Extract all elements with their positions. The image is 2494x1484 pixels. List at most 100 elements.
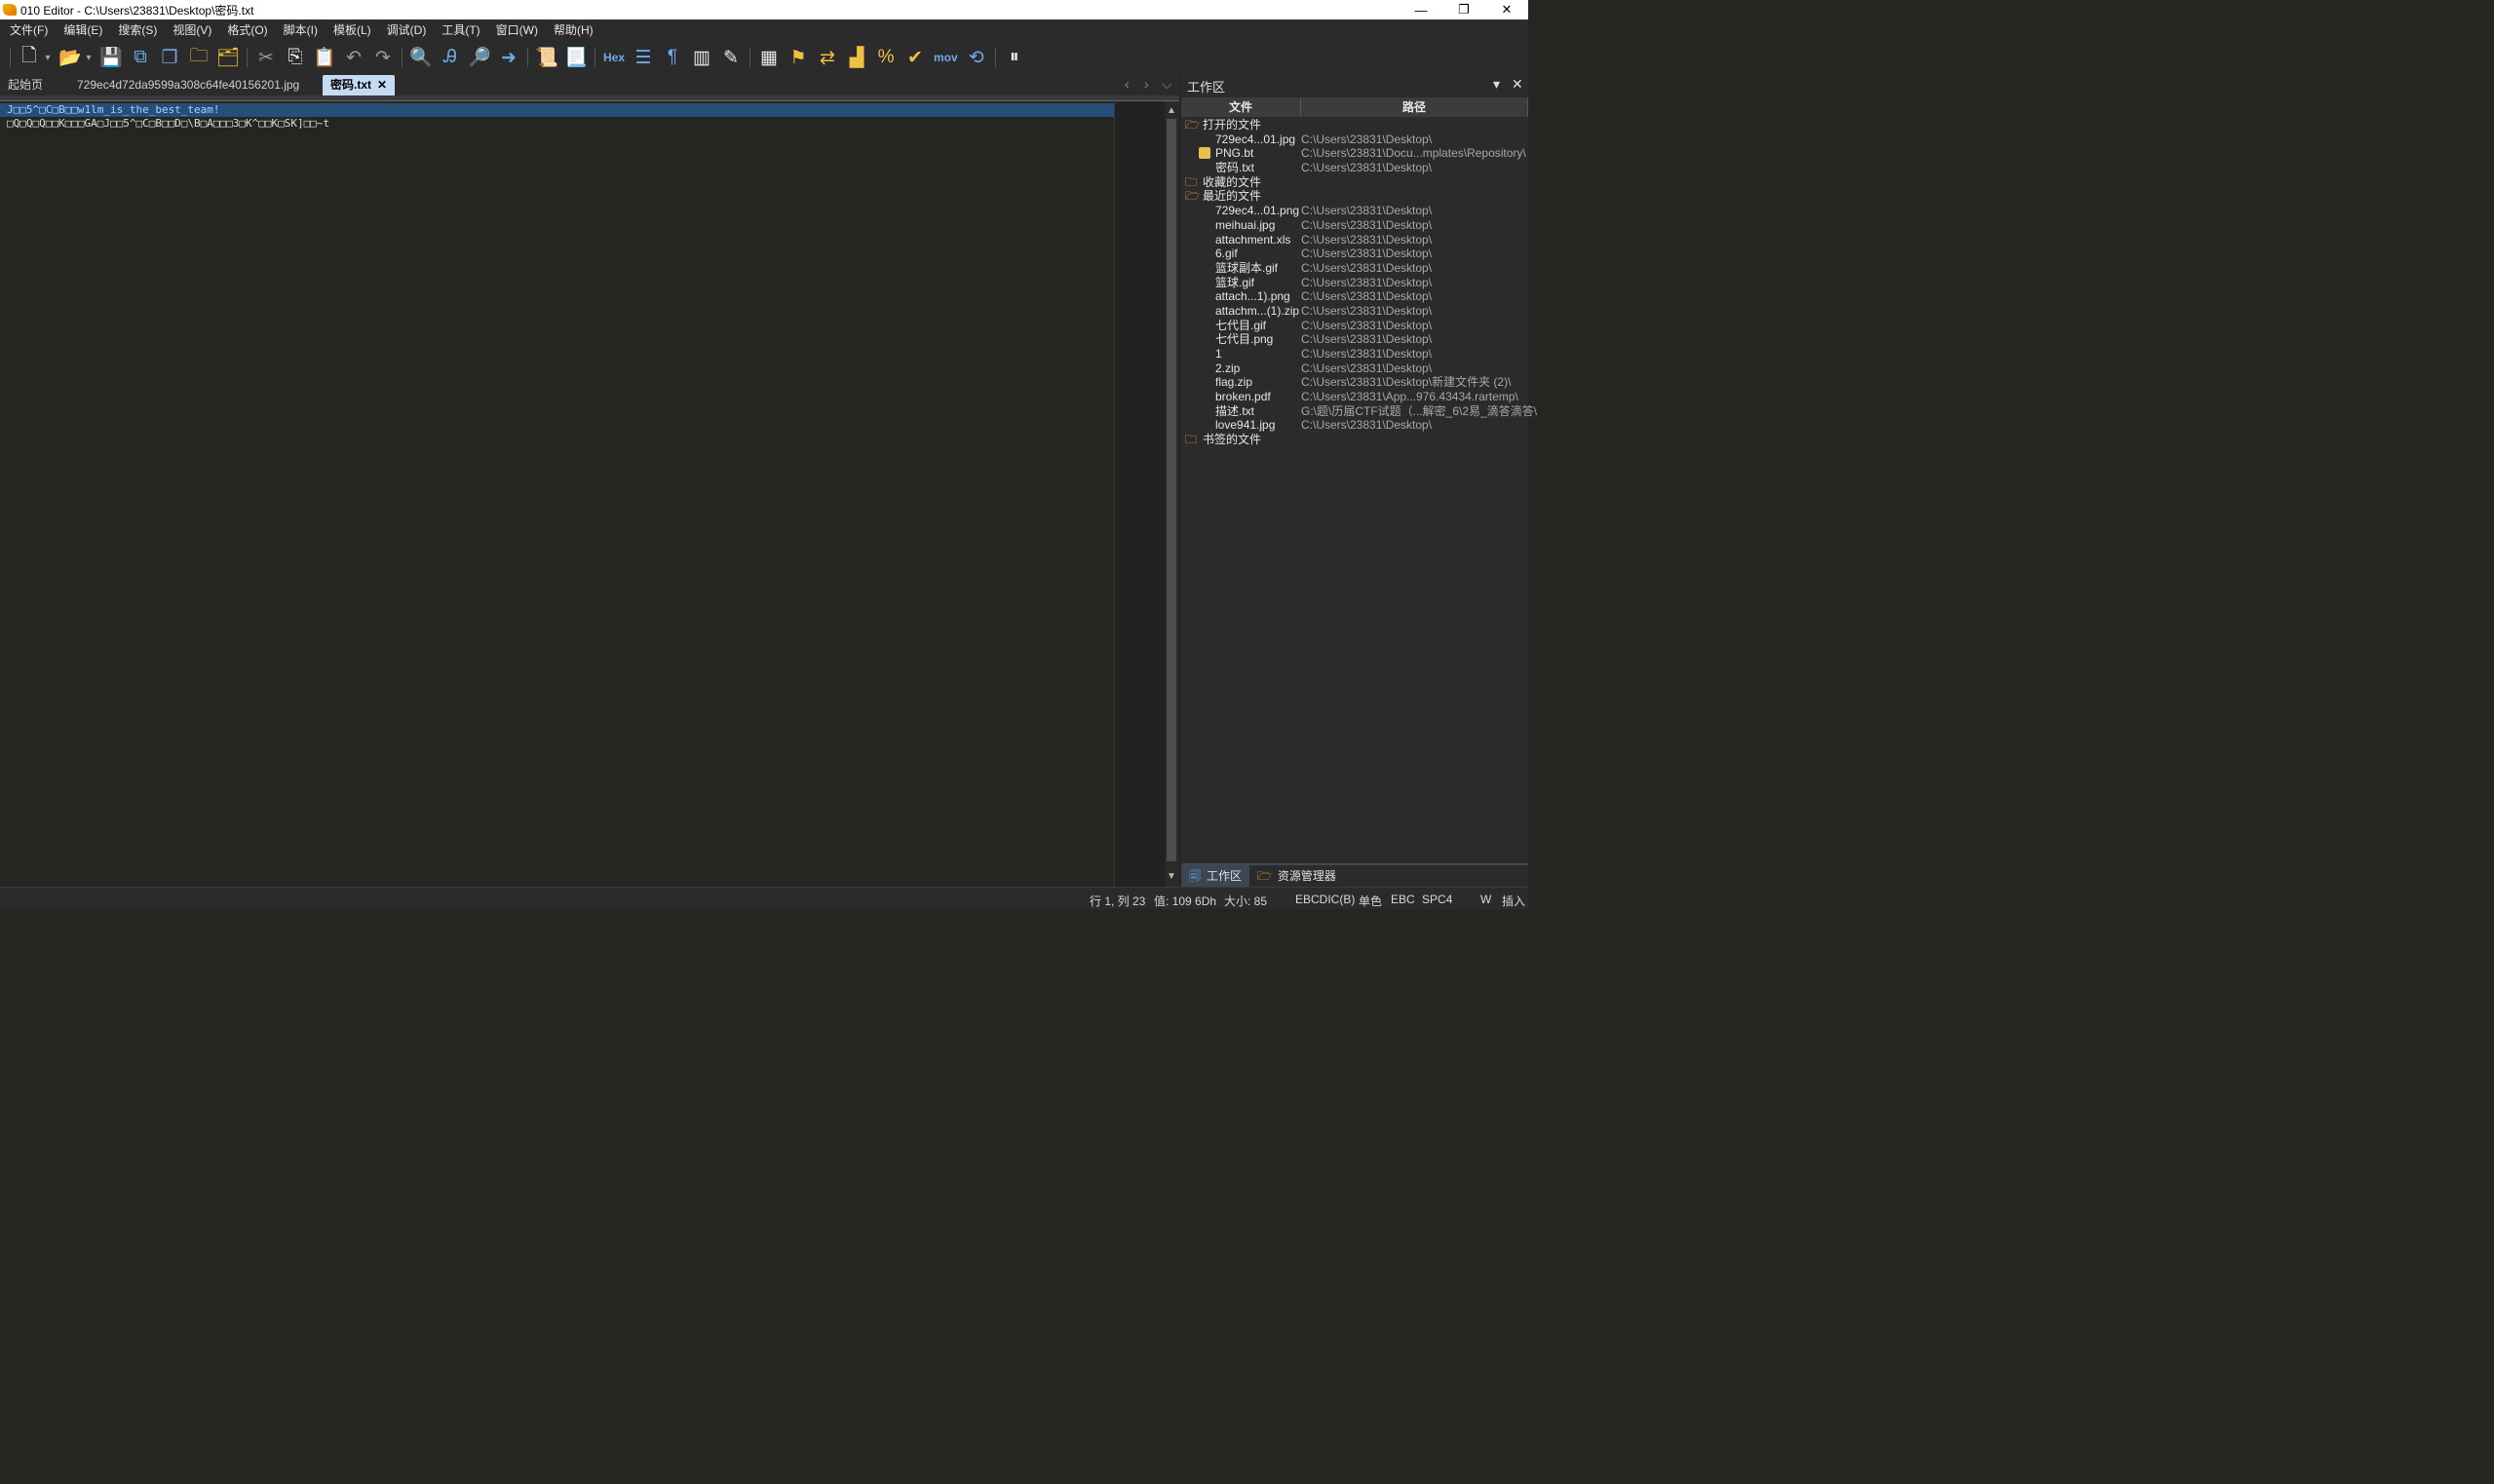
list-item[interactable]: 729ec4...01.png C:\Users\23831\Desktop\ [1181, 204, 1528, 218]
menu-window[interactable]: 窗口(W) [488, 19, 546, 41]
list-item[interactable]: 篮球.gif C:\Users\23831\Desktop\ [1181, 276, 1528, 290]
status-write[interactable]: W [1480, 893, 1491, 906]
open-files-folder[interactable]: 🗁 打开的文件 [1181, 118, 1528, 133]
goto-icon[interactable]: ➜ [494, 43, 523, 72]
list-item[interactable]: meihuai.jpg C:\Users\23831\Desktop\ [1181, 218, 1528, 233]
status-encoding[interactable]: EBCDIC(B) [1295, 893, 1355, 906]
pilcrow-icon[interactable]: ¶ [658, 43, 687, 72]
file-path: C:\Users\23831\Desktop\ [1301, 289, 1433, 304]
menu-scripts[interactable]: 脚本(I) [276, 19, 326, 41]
list-item[interactable]: PNG.bt C:\Users\23831\Docu...mplates\Repo… [1181, 146, 1528, 161]
columns-icon[interactable]: ☰ [629, 43, 658, 72]
save-as-icon[interactable]: ⧉ [126, 43, 155, 72]
menu-tools[interactable]: 工具(T) [434, 19, 487, 41]
mov-label[interactable]: mov [930, 43, 962, 72]
list-item[interactable]: 篮球副本.gif C:\Users\23831\Desktop\ [1181, 261, 1528, 276]
status-spacing[interactable]: SPC4 [1422, 893, 1452, 906]
highlight-icon[interactable]: ✎ [716, 43, 746, 72]
run-template-icon[interactable]: 📃 [561, 43, 591, 72]
open-folder-icon[interactable]: 🗀 [184, 43, 213, 72]
list-item[interactable]: 密码.txt C:\Users\23831\Desktop\ [1181, 161, 1528, 175]
scroll-up-icon[interactable]: ▲ [1167, 105, 1176, 116]
list-item[interactable]: broken.pdf C:\Users\23831\App...976.43434… [1181, 390, 1528, 404]
redo-icon[interactable]: ↷ [368, 43, 398, 72]
calculator-icon[interactable]: ▦ [754, 43, 784, 72]
pause-icon[interactable]: ⏸ [1000, 43, 1029, 72]
panel-menu-icon[interactable]: ▾ [1493, 76, 1500, 93]
menu-format[interactable]: 格式(O) [219, 19, 275, 41]
find-in-files-icon[interactable]: 🔎 [465, 43, 494, 72]
list-item[interactable]: attachm...(1).zip C:\Users\23831\Desktop\ [1181, 304, 1528, 319]
recent-files-folder[interactable]: 🗁 最近的文件 [1181, 189, 1528, 204]
column-path[interactable]: 路径 [1301, 97, 1528, 117]
ruler-icon[interactable]: ▥ [687, 43, 716, 72]
tab-start-page[interactable]: 起始页 [0, 75, 51, 95]
list-item[interactable]: 描述.txt G:\题\历届CTF试题（...解密_6\2易_滴答滴答\ [1181, 404, 1537, 419]
status-byte-mode[interactable]: 单色 [1359, 893, 1382, 909]
inspector-icon[interactable]: ⚑ [784, 43, 813, 72]
restore-button[interactable]: ❐ [1442, 0, 1485, 19]
editor-line-2[interactable]: □Q□Q□Q□□K□□□GA□J□□5^□C□B□□D□\B□A□□□3□K^□… [7, 117, 329, 131]
editor-line-1[interactable]: J□□5^□C□B□□w1lm_is_the_best_team! [0, 103, 1114, 117]
close-button[interactable]: ✕ [1485, 0, 1528, 19]
close-icon[interactable]: ✕ [1512, 76, 1523, 93]
list-item[interactable]: 729ec4...01.jpg C:\Users\23831\Desktop\ [1181, 133, 1528, 147]
menu-debug[interactable]: 调试(D) [379, 19, 435, 41]
list-item[interactable]: attachment.xls C:\Users\23831\Desktop\ [1181, 233, 1528, 247]
minimize-button[interactable]: — [1400, 0, 1442, 19]
paste-icon[interactable]: 📋 [310, 43, 339, 72]
tab-password-txt[interactable]: 密码.txt ✕ [323, 75, 396, 95]
tab-list-icon[interactable]: ⌵ [1162, 76, 1172, 93]
status-position[interactable]: 行 1, 列 23 [1090, 893, 1145, 909]
list-item[interactable]: 1 C:\Users\23831\Desktop\ [1181, 347, 1528, 361]
tab-workspace[interactable]: 🗐 工作区 [1181, 865, 1250, 887]
list-item[interactable]: attach...1).png C:\Users\23831\Desktop\ [1181, 289, 1528, 304]
chevron-right-icon[interactable]: › [1144, 76, 1149, 92]
base-convert-icon[interactable]: ⟲ [962, 43, 991, 72]
scroll-down-icon[interactable]: ▼ [1167, 871, 1176, 882]
checksum-icon[interactable]: ✔ [901, 43, 930, 72]
undo-icon[interactable]: ↶ [339, 43, 368, 72]
text-editor[interactable]: J□□5^□C□B□□w1lm_is_the_best_team! □Q□Q□Q… [0, 101, 1114, 887]
favorite-files-folder[interactable]: 🗀 收藏的文件 [1181, 175, 1528, 190]
menu-view[interactable]: 视图(V) [165, 19, 219, 41]
tab-jpg-file[interactable]: 729ec4d72da9599a308c64fe40156201.jpg [69, 75, 307, 95]
status-charset[interactable]: EBC [1391, 893, 1415, 906]
close-icon[interactable]: ✕ [377, 75, 387, 95]
menu-templates[interactable]: 模板(L) [326, 19, 379, 41]
menu-edit[interactable]: 编辑(E) [56, 19, 110, 41]
chevron-left-icon[interactable]: ‹ [1125, 76, 1130, 92]
workspace-icon[interactable]: 🗂 [213, 43, 243, 72]
column-file[interactable]: 文件 [1181, 97, 1301, 117]
save-all-icon[interactable]: ❐ [155, 43, 184, 72]
list-item[interactable]: 七代目.gif C:\Users\23831\Desktop\ [1181, 319, 1528, 333]
chevron-down-icon[interactable]: ▾ [40, 43, 56, 72]
menu-file[interactable]: 文件(F) [2, 19, 56, 41]
menu-help[interactable]: 帮助(H) [546, 19, 601, 41]
save-icon[interactable]: 💾 [96, 43, 126, 72]
file-path: C:\Users\23831\Desktop\ [1301, 303, 1433, 318]
cut-icon[interactable]: ✂ [251, 43, 281, 72]
list-item[interactable]: 2.zip C:\Users\23831\Desktop\ [1181, 361, 1528, 376]
replace-icon[interactable]: Ꭿ [436, 43, 465, 72]
copy-icon[interactable]: ⎘ [281, 43, 310, 72]
percent-icon[interactable]: % [871, 43, 901, 72]
compare-icon[interactable]: ⇄ [813, 43, 842, 72]
run-script-icon[interactable]: 📜 [532, 43, 561, 72]
chevron-down-icon[interactable]: ▾ [81, 43, 96, 72]
hex-toggle[interactable]: Hex [599, 43, 629, 72]
file-path: C:\Users\23831\Desktop\ [1301, 232, 1433, 247]
list-item[interactable]: flag.zip C:\Users\23831\Desktop\新建文件夹 (2)… [1181, 375, 1528, 390]
list-item[interactable]: 七代目.png C:\Users\23831\Desktop\ [1181, 332, 1528, 347]
status-insert[interactable]: 插入 [1502, 893, 1525, 909]
list-item[interactable]: 6.gif C:\Users\23831\Desktop\ [1181, 247, 1528, 261]
bookmarked-files-folder[interactable]: 🗀 书签的文件 [1181, 433, 1528, 447]
vertical-scrollbar[interactable]: ▲ ▼ [1165, 101, 1179, 887]
tab-explorer[interactable]: 🗁 资源管理器 [1249, 865, 1344, 887]
menu-search[interactable]: 搜索(S) [110, 19, 165, 41]
minimap[interactable] [1114, 101, 1165, 887]
find-icon[interactable]: 🔍 [406, 43, 436, 72]
list-item[interactable]: love941.jpg C:\Users\23831\Desktop\ [1181, 418, 1528, 433]
histogram-icon[interactable]: ▟ [842, 43, 871, 72]
scrollbar-thumb[interactable] [1167, 119, 1176, 861]
